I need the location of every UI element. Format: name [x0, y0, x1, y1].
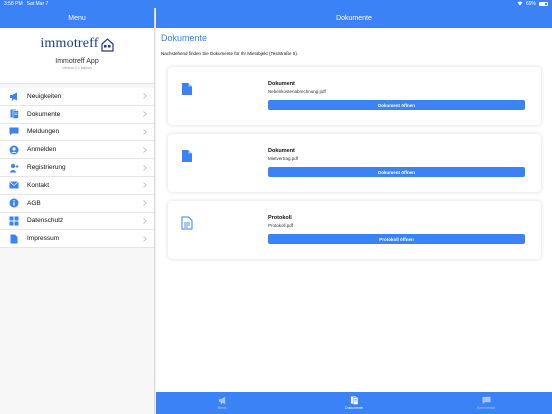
sidebar-item-label: Neuigkeiten	[27, 92, 62, 100]
chevron-right-icon	[142, 181, 148, 189]
document-filename: Protokoll.pdf	[268, 223, 294, 228]
grid-icon	[9, 216, 19, 226]
document-filename: Nebenkostenabrechnung.pdf	[268, 89, 326, 94]
sidebar-item-registrierung[interactable]: Registrierung	[0, 159, 154, 177]
documents-icon	[350, 396, 358, 405]
sidebar-item-label: Registrierung	[27, 164, 66, 172]
document-icon	[9, 109, 19, 119]
message-icon	[9, 127, 19, 137]
chevron-right-icon	[142, 128, 148, 136]
app-name: Immotreff App	[55, 58, 99, 65]
tab-kommentar[interactable]: Kommentar	[420, 392, 552, 414]
sidebar-item-impressum[interactable]: Impressum	[0, 230, 154, 249]
chevron-right-icon	[142, 92, 148, 100]
page-title: Dokumente	[161, 33, 208, 43]
logo: immotreff	[40, 36, 114, 52]
open-protocol-button[interactable]: Protokoll öffnen	[268, 234, 525, 244]
chevron-right-icon	[142, 235, 148, 243]
megaphone-icon	[9, 91, 19, 101]
header-title: Dokumente	[336, 15, 372, 22]
status-date: Sat Mar 7	[26, 1, 49, 7]
tab-label: Dokumente	[345, 406, 363, 410]
sidebar: Menu immotreff Immotreff App Version 0.1…	[0, 0, 155, 414]
sidebar-item-datenschutz[interactable]: Datenschutz	[0, 213, 154, 231]
file-icon	[9, 234, 19, 244]
battery-percent: 69%	[525, 1, 536, 7]
wifi-icon	[517, 1, 523, 8]
sidebar-item-dokumente[interactable]: Dokumente	[0, 106, 154, 124]
chevron-right-icon	[142, 164, 148, 172]
intro-text: Nachstehend finden Sie Dokumente für Ihr…	[161, 51, 299, 56]
open-document-button[interactable]: Dokument öffnen	[268, 167, 525, 177]
sidebar-item-kontakt[interactable]: Kontakt	[0, 177, 154, 195]
sidebar-item-label: Dokumente	[27, 110, 61, 118]
sidebar-item-label: AGB	[27, 199, 41, 207]
logo-text: immotreff	[40, 36, 99, 51]
sidebar-item-label: Anmelden	[27, 146, 57, 154]
tab-label: Kommentar	[476, 406, 496, 410]
sidebar-title: Menu	[68, 15, 86, 22]
chevron-right-icon	[142, 146, 148, 154]
open-document-button[interactable]: Dokument öffnen	[268, 100, 525, 110]
house-logo-icon	[101, 38, 114, 52]
document-filename: Mietvertrag.pdf	[268, 156, 299, 161]
app-version: Version 0.1 (alpha)	[62, 66, 92, 70]
main-panel: Dokumente Dokumente Nachstehend finden S…	[156, 0, 552, 414]
document-title: Dokument	[268, 148, 295, 154]
document-title: Dokument	[268, 81, 295, 87]
sidebar-item-neuigkeiten[interactable]: Neuigkeiten	[0, 88, 154, 106]
status-bar: 3:58 PM Sat Mar 7 69%	[0, 0, 552, 8]
sidebar-item-label: Impressum	[27, 235, 60, 243]
battery-icon	[539, 2, 548, 6]
chevron-right-icon	[142, 199, 148, 207]
sidebar-menu: Neuigkeiten Dokumente Meldungen Anmelden	[0, 88, 154, 249]
mail-icon	[9, 180, 19, 190]
sidebar-item-agb[interactable]: AGB	[0, 195, 154, 213]
logo-area: immotreff Immotreff App Version 0.1 (alp…	[0, 28, 154, 84]
document-outline-icon	[181, 216, 193, 230]
document-filled-icon	[181, 149, 193, 163]
status-time: 3:58 PM	[4, 1, 23, 7]
sidebar-item-meldungen[interactable]: Meldungen	[0, 124, 154, 142]
document-card: Dokument Nebenkostenabrechnung.pdf Dokum…	[168, 67, 541, 125]
comment-icon	[481, 396, 491, 405]
sidebar-item-anmelden[interactable]: Anmelden	[0, 141, 154, 160]
add-user-icon	[9, 163, 19, 173]
tab-bar: News Dokumente Kommentar	[156, 392, 552, 414]
document-card: Protokoll Protokoll.pdf Protokoll öffnen	[168, 201, 541, 259]
document-card: Dokument Mietvertrag.pdf Dokument öffnen	[168, 134, 541, 192]
tab-news[interactable]: News	[156, 392, 288, 414]
tab-label: News	[217, 406, 227, 410]
document-title: Protokoll	[268, 215, 292, 221]
content-area: Dokumente Nachstehend finden Sie Dokumen…	[156, 28, 552, 392]
sidebar-item-label: Meldungen	[27, 128, 60, 136]
tab-dokumente[interactable]: Dokumente	[288, 392, 420, 414]
info-icon	[9, 198, 19, 208]
document-filled-icon	[181, 82, 193, 96]
megaphone-icon	[218, 396, 225, 405]
chevron-right-icon	[142, 217, 148, 225]
sidebar-item-label: Kontakt	[27, 181, 50, 189]
sidebar-item-label: Datenschutz	[27, 217, 64, 225]
chevron-right-icon	[142, 110, 148, 118]
user-circle-icon	[9, 145, 19, 155]
